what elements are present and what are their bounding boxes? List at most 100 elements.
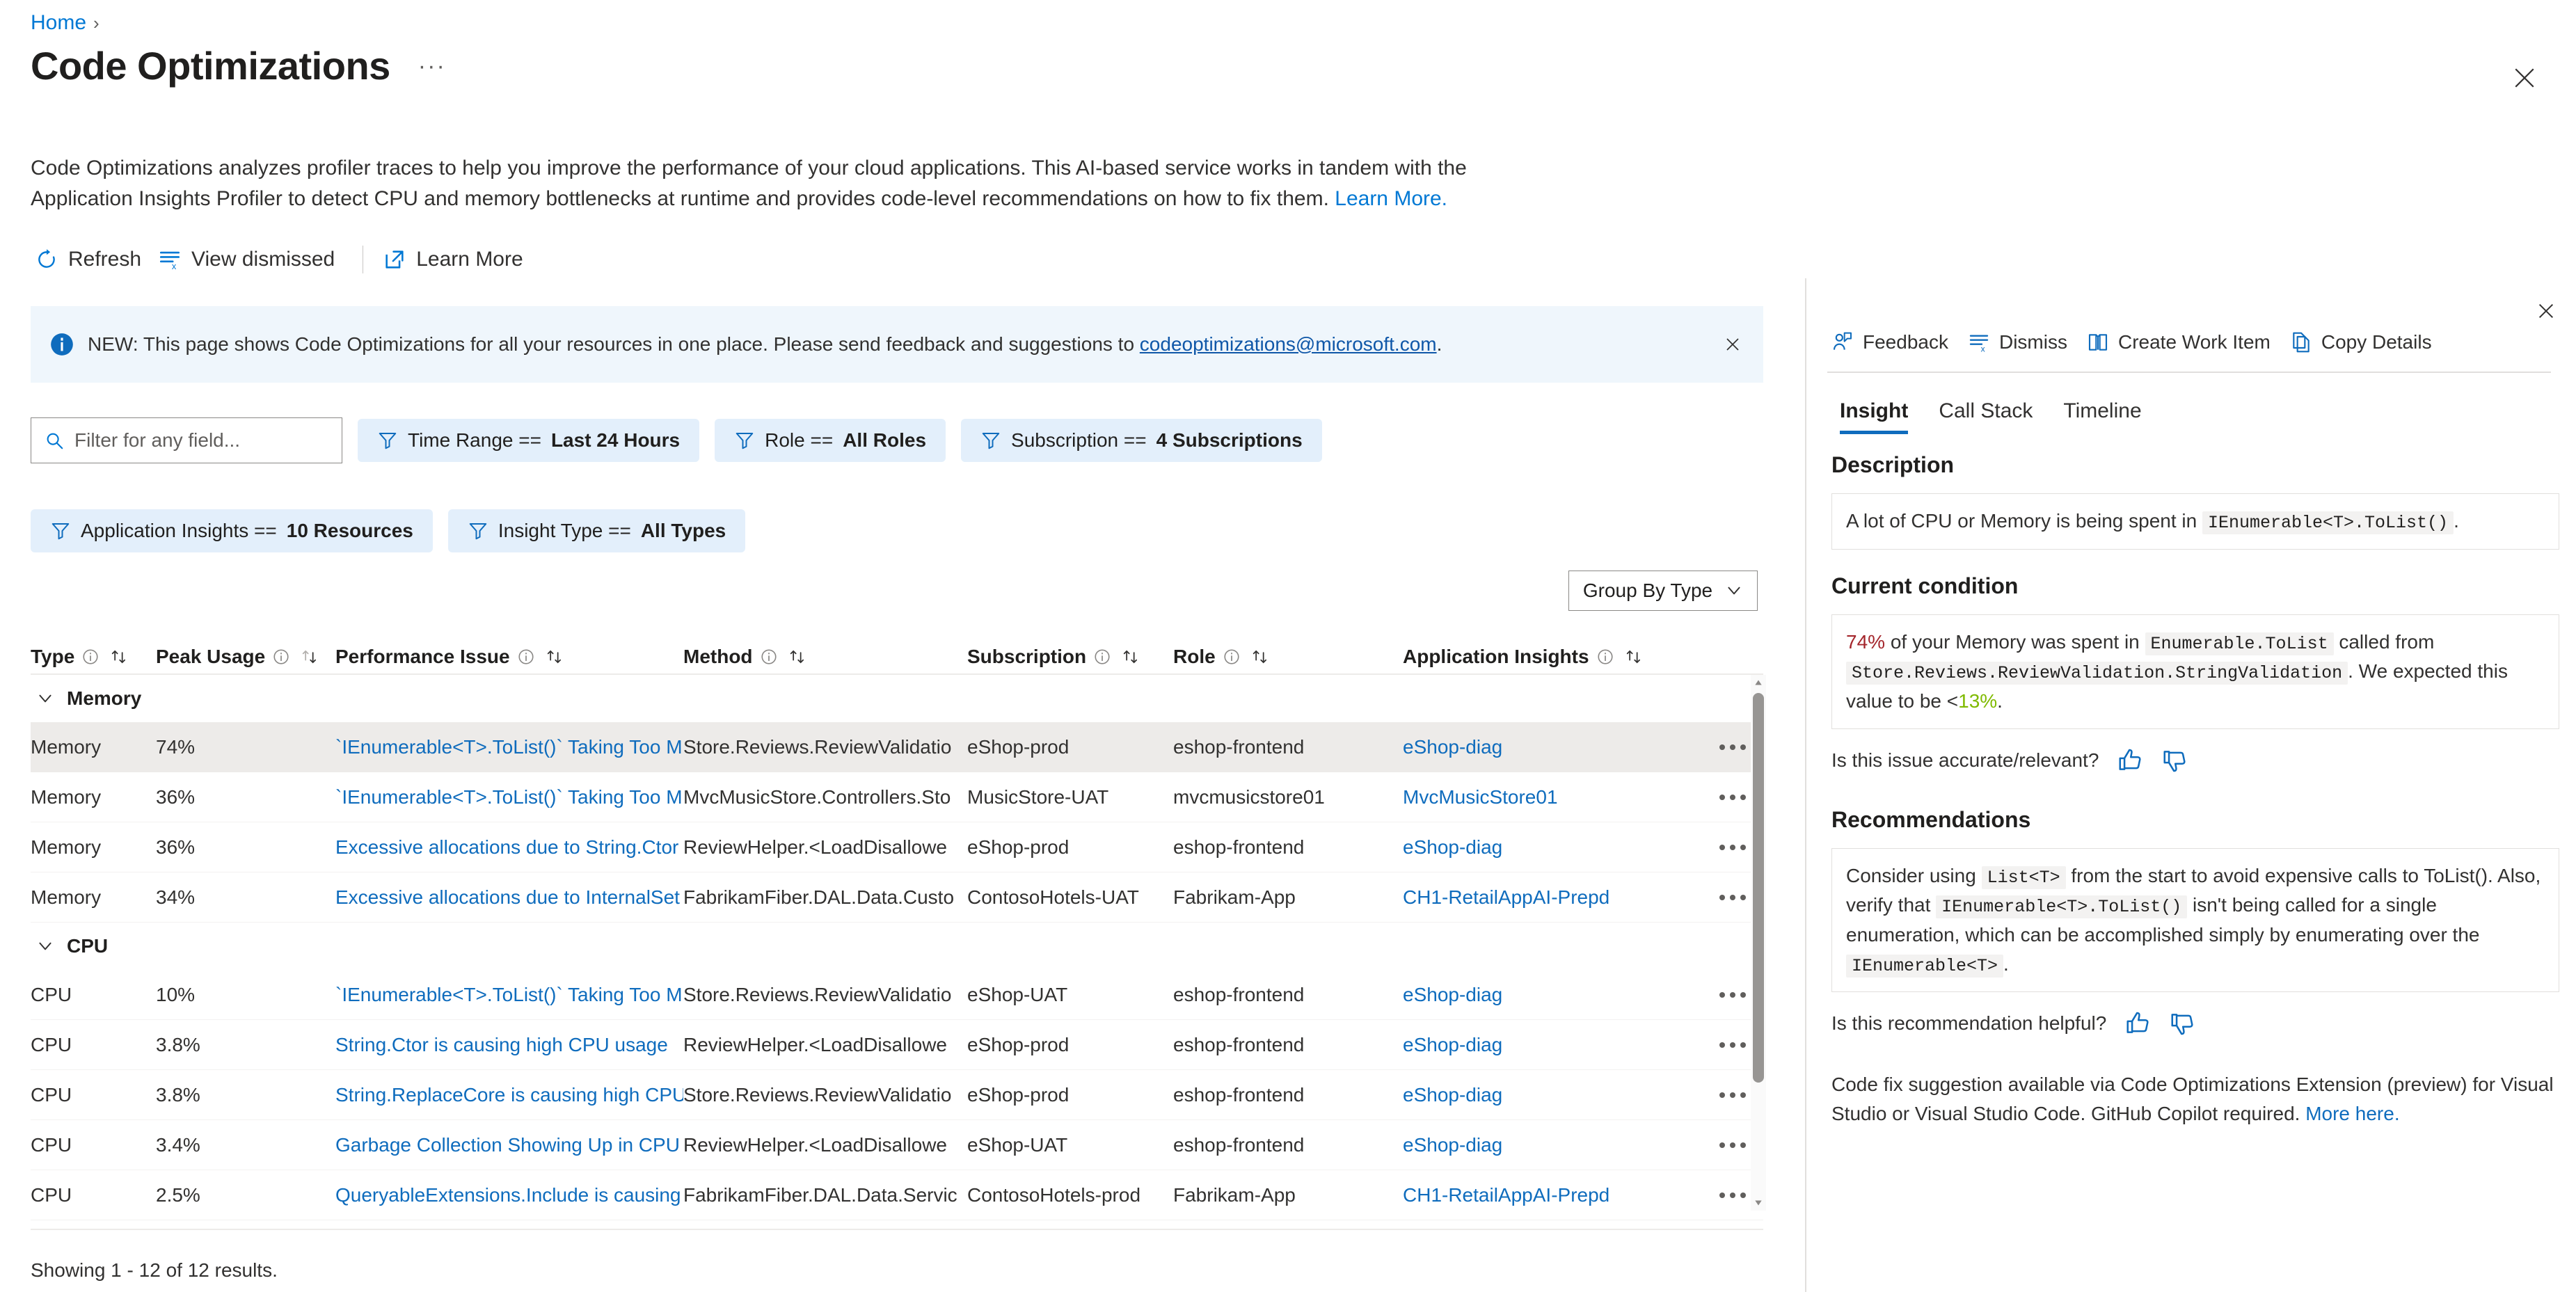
info-circle-icon[interactable] — [81, 648, 100, 666]
scrollbar-thumb[interactable] — [1753, 693, 1764, 1083]
copy-details-button[interactable]: Copy Details — [2286, 327, 2447, 358]
cell-performance-issue[interactable]: Garbage Collection Showing Up in CPU — [335, 1134, 683, 1156]
table-row[interactable]: Memory 36% `IEnumerable<T>.ToList()` Tak… — [31, 772, 1763, 822]
cell-performance-issue[interactable]: `IEnumerable<T>.ToList()` Taking Too M — [335, 736, 683, 758]
filter-icon — [982, 433, 1000, 449]
chevron-down-icon[interactable] — [36, 689, 54, 708]
detail-panel-close-button[interactable] — [2529, 294, 2563, 328]
table-row[interactable]: CPU 3.8% String.ReplaceCore is causing h… — [31, 1070, 1763, 1120]
tab-timeline[interactable]: Timeline — [2051, 395, 2159, 434]
banner-prefix: NEW: This page shows Code Optimizations … — [88, 333, 1135, 355]
cell-application-insights[interactable]: eShop-diag — [1403, 1134, 1702, 1156]
scroll-down-arrow[interactable] — [1751, 1195, 1766, 1211]
cell-application-insights[interactable]: eShop-diag — [1403, 736, 1702, 758]
group-by-dropdown[interactable]: Group By Type — [1568, 571, 1758, 611]
rec-text-1: Consider using — [1846, 864, 1976, 886]
column-header-role[interactable]: Role — [1173, 646, 1403, 668]
cell-type: Memory — [31, 836, 102, 858]
filter-chip-subscription[interactable]: Subscription == 4 Subscriptions — [961, 419, 1322, 462]
table-row[interactable]: Memory 34% Excessive allocations due to … — [31, 872, 1763, 923]
group-row-cpu[interactable]: CPU — [31, 923, 1763, 970]
table-row[interactable]: CPU 3.8% String.Ctor is causing high CPU… — [31, 1020, 1763, 1070]
column-header-performance-issue[interactable]: Performance Issue — [335, 646, 683, 668]
table-row[interactable]: CPU 2.5% QueryableExtensions.Include is … — [31, 1170, 1763, 1220]
sort-icon[interactable] — [788, 647, 807, 667]
info-circle-icon[interactable] — [272, 648, 290, 666]
column-header-peak-usage[interactable]: Peak Usage — [156, 646, 335, 668]
filter-chip-application-insights[interactable]: Application Insights == 10 Resources — [31, 509, 433, 552]
cell-role: eshop-frontend — [1173, 1083, 1305, 1106]
cell-type: Memory — [31, 886, 102, 908]
info-circle-icon[interactable] — [760, 648, 778, 666]
feedback-button[interactable]: Feedback — [1827, 327, 1964, 358]
sort-icon[interactable] — [545, 647, 564, 667]
thumbs-down-icon[interactable] — [2169, 1010, 2195, 1037]
dismiss-button[interactable]: x Dismiss — [1964, 327, 2083, 358]
cell-performance-issue[interactable]: Excessive allocations due to String.Ctor — [335, 836, 683, 859]
table-row[interactable]: Memory 36% Excessive allocations due to … — [31, 822, 1763, 872]
dismiss-list-icon: x — [160, 251, 180, 271]
cell-application-insights[interactable]: CH1-RetailAppAI-Prepd — [1403, 1184, 1702, 1206]
cell-application-insights[interactable]: eShop-diag — [1403, 836, 1702, 859]
sort-icon[interactable] — [1121, 647, 1140, 667]
info-circle-icon[interactable] — [1596, 648, 1614, 666]
sort-icon[interactable] — [300, 647, 319, 667]
search-input[interactable]: Filter for any field... — [31, 417, 342, 463]
cell-role: Fabrikam-App — [1173, 886, 1296, 908]
intro-line-2: Application Insights Profiler to detect … — [31, 186, 1329, 210]
chevron-down-icon[interactable] — [36, 937, 54, 955]
info-circle-icon[interactable] — [517, 648, 535, 666]
scroll-up-arrow[interactable] — [1751, 675, 1766, 690]
learn-more-button[interactable]: Learn More — [379, 244, 535, 276]
description-box: A lot of CPU or Memory is being spent in… — [1831, 493, 2559, 550]
filter-chip-role[interactable]: Role == All Roles — [715, 419, 946, 462]
create-work-item-button[interactable]: Create Work Item — [2083, 327, 2286, 358]
cell-performance-issue[interactable]: QueryableExtensions.Include is causing — [335, 1184, 683, 1206]
table-row[interactable]: CPU 10% `IEnumerable<T>.ToList()` Taking… — [31, 970, 1763, 1020]
cell-application-insights[interactable]: CH1-RetailAppAI-Prepd — [1403, 886, 1702, 909]
tab-insight[interactable]: Insight — [1827, 395, 1926, 434]
cell-application-insights[interactable]: MvcMusicStore01 — [1403, 786, 1702, 808]
filter-icon — [51, 523, 70, 540]
table-scrollbar[interactable] — [1751, 675, 1766, 1211]
sort-icon[interactable] — [109, 647, 129, 667]
cell-application-insights[interactable]: eShop-diag — [1403, 1084, 1702, 1106]
info-circle-icon[interactable] — [1223, 648, 1241, 666]
banner-close-button[interactable] — [1717, 329, 1748, 360]
view-dismissed-button[interactable]: x View dismissed — [154, 244, 347, 276]
more-here-link[interactable]: More here. — [2305, 1103, 2399, 1124]
refresh-button[interactable]: Refresh — [31, 244, 154, 276]
cell-performance-issue[interactable]: Excessive allocations due to InternalSet — [335, 886, 683, 909]
current-condition-code-1: Enumerable.ToList — [2145, 632, 2334, 655]
rec-code-2: IEnumerable<T>.ToList() — [1936, 895, 2188, 918]
breadcrumb-home-link[interactable]: Home — [31, 11, 86, 35]
cell-application-insights[interactable]: eShop-diag — [1403, 1034, 1702, 1056]
sort-icon[interactable] — [1624, 647, 1644, 667]
intro-learn-more-link[interactable]: Learn More. — [1335, 187, 1447, 210]
column-header-subscription[interactable]: Subscription — [967, 646, 1173, 668]
thumbs-up-icon[interactable] — [2124, 1010, 2151, 1037]
column-header-method[interactable]: Method — [683, 646, 967, 668]
cell-performance-issue[interactable]: `IEnumerable<T>.ToList()` Taking Too M — [335, 786, 683, 808]
column-header-type[interactable]: Type — [31, 646, 156, 668]
filter-chip-insight-type[interactable]: Insight Type == All Types — [447, 509, 746, 552]
thumbs-up-icon[interactable] — [2117, 747, 2143, 774]
column-label: Peak Usage — [156, 646, 266, 667]
page-more-options-button[interactable]: ··· — [411, 51, 453, 81]
cell-subscription: eShop-prod — [967, 1033, 1070, 1055]
cell-performance-issue[interactable]: String.ReplaceCore is causing high CPU — [335, 1084, 683, 1106]
table-row[interactable]: Memory 74% `IEnumerable<T>.ToList()` Tak… — [31, 722, 1763, 772]
filter-chip-time-range[interactable]: Time Range == Last 24 Hours — [358, 419, 700, 462]
thumbs-down-icon[interactable] — [2161, 747, 2188, 774]
group-row-memory[interactable]: Memory — [31, 675, 1763, 722]
banner-email-link[interactable]: codeoptimizations@microsoft.com — [1140, 333, 1437, 355]
table-row[interactable]: CPU 3.4% Garbage Collection Showing Up i… — [31, 1120, 1763, 1170]
info-circle-icon[interactable] — [1093, 648, 1111, 666]
column-header-application-insights[interactable]: Application Insights — [1403, 646, 1702, 668]
cell-application-insights[interactable]: eShop-diag — [1403, 984, 1702, 1006]
sort-icon[interactable] — [1250, 647, 1270, 667]
tab-call-stack[interactable]: Call Stack — [1926, 395, 2051, 434]
close-blade-button[interactable] — [2504, 57, 2545, 99]
cell-performance-issue[interactable]: String.Ctor is causing high CPU usage — [335, 1034, 683, 1056]
cell-performance-issue[interactable]: `IEnumerable<T>.ToList()` Taking Too M — [335, 984, 683, 1006]
